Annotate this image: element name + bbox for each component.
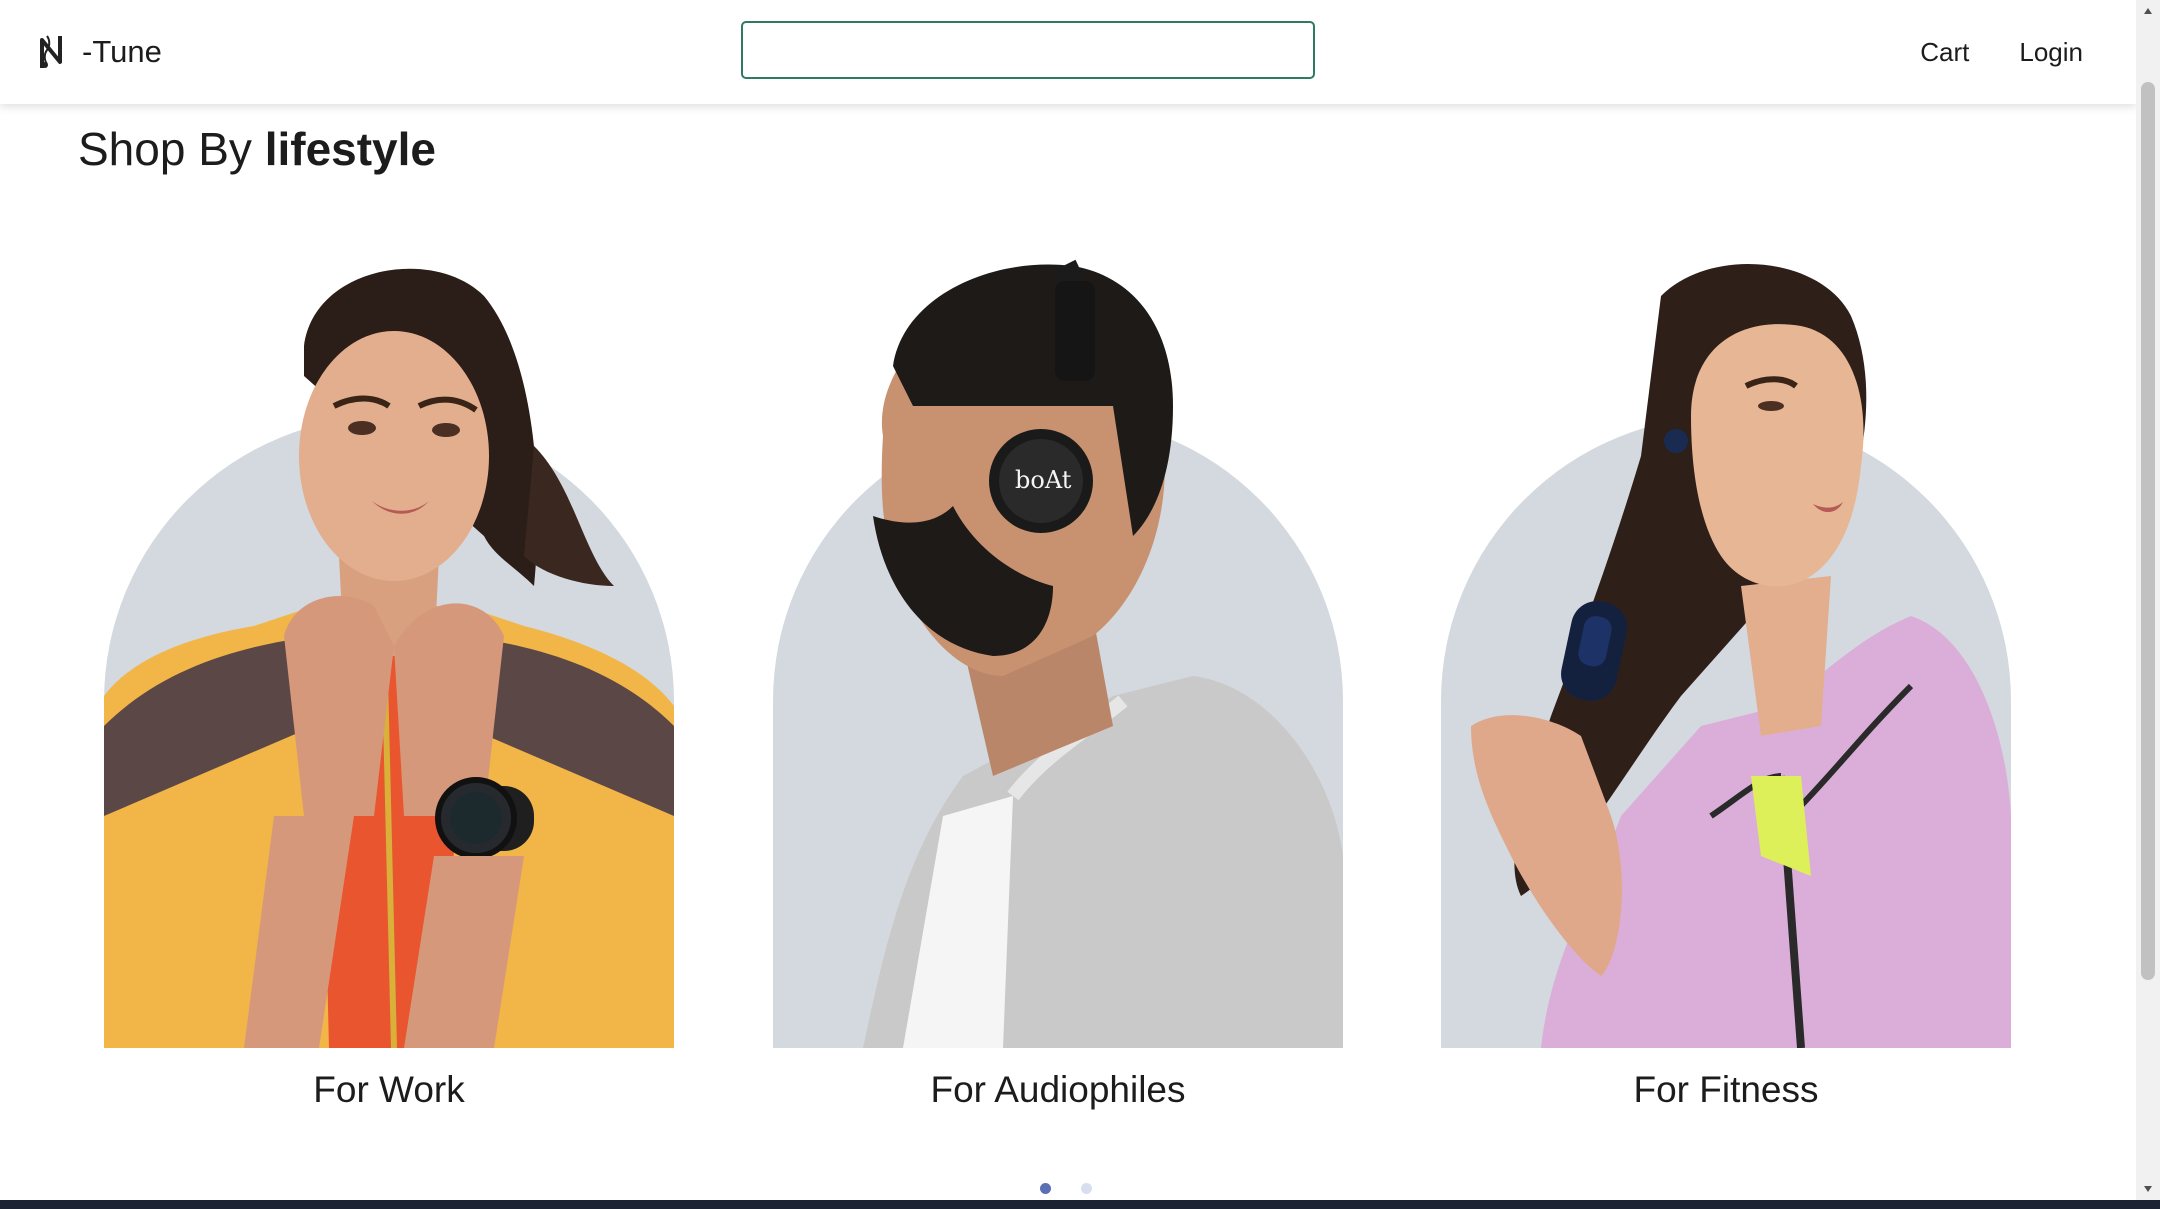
login-link[interactable]: Login — [2019, 37, 2083, 68]
card-image-fitness — [1441, 256, 2011, 1048]
section-title-bold: lifestyle — [264, 123, 436, 175]
cart-link[interactable]: Cart — [1920, 37, 1969, 68]
taskbar-edge — [0, 1200, 2160, 1209]
page-viewport: -Tune Cart Login Shop By lifestyle For W… — [0, 0, 2136, 1200]
carousel-dot-1[interactable] — [1040, 1183, 1051, 1194]
carousel-dot-2[interactable] — [1081, 1183, 1092, 1194]
section-title: Shop By lifestyle — [78, 118, 436, 180]
music-note-logo-icon — [40, 35, 62, 68]
brand-name: -Tune — [82, 34, 162, 69]
man-with-headphones-photo: boAt — [863, 259, 1343, 1048]
svg-text:boAt: boAt — [1015, 466, 1072, 494]
lifestyle-card-work[interactable]: For Work — [104, 256, 674, 1114]
lifestyle-card-audiophiles[interactable]: boAt For Audiophiles — [773, 256, 1343, 1114]
brand-logo[interactable]: -Tune — [36, 30, 162, 74]
card-label-fitness: For Fitness — [1633, 1069, 1819, 1110]
card-image-work — [104, 256, 674, 1048]
card-label-audiophiles: For Audiophiles — [930, 1069, 1186, 1110]
card-image-audiophiles: boAt — [773, 256, 1343, 1048]
section-title-prefix: Shop By — [78, 123, 252, 175]
carousel-indicators — [1040, 1183, 1092, 1194]
scroll-down-arrow-icon[interactable] — [2136, 1178, 2160, 1200]
woman-with-smartwatch-photo — [104, 268, 674, 1048]
navbar: -Tune Cart Login — [0, 0, 2136, 104]
scrollbar-thumb[interactable] — [2141, 82, 2155, 980]
scroll-up-arrow-icon[interactable] — [2136, 0, 2160, 22]
search-input[interactable] — [741, 21, 1315, 79]
nav-links: Cart Login — [1920, 30, 2083, 74]
lifestyle-card-fitness[interactable]: For Fitness — [1441, 256, 2011, 1114]
woman-with-earbuds-photo — [1471, 263, 2011, 1048]
card-label-work: For Work — [313, 1069, 465, 1110]
page-scrollbar[interactable] — [2136, 0, 2160, 1200]
